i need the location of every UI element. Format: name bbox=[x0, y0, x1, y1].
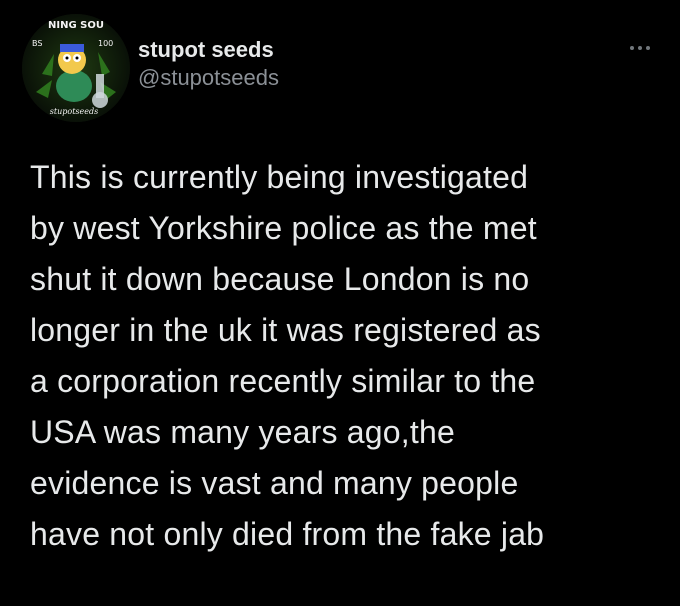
avatar-bottom-text: stupotseeds bbox=[50, 107, 98, 116]
tweet-card: NING SOU BS 100 stupotseeds stupot seeds… bbox=[0, 0, 680, 606]
more-options-button[interactable] bbox=[620, 36, 660, 60]
tweet-text-line: shut it down because London is no bbox=[30, 261, 530, 297]
more-options-icon bbox=[638, 46, 642, 50]
avatar-image: NING SOU BS 100 stupotseeds bbox=[22, 14, 130, 122]
tweet-text-line: This is currently being investigated bbox=[30, 159, 529, 195]
user-info: stupot seeds @stupotseeds bbox=[138, 36, 279, 92]
tweet-text-line: have not only died from the fake jab bbox=[30, 516, 545, 552]
avatar-left-text: BS bbox=[32, 39, 42, 48]
tweet-text-line: USA was many years ago,the bbox=[30, 414, 455, 450]
avatar-right-text: 100 bbox=[98, 39, 113, 48]
tweet-text-line: evidence is vast and many people bbox=[30, 465, 519, 501]
user-handle[interactable]: @stupotseeds bbox=[138, 64, 279, 92]
avatar-top-text: NING SOU bbox=[48, 20, 104, 31]
display-name[interactable]: stupot seeds bbox=[138, 36, 279, 64]
more-options-icon bbox=[646, 46, 650, 50]
avatar[interactable]: NING SOU BS 100 stupotseeds bbox=[22, 14, 130, 122]
more-options-icon bbox=[630, 46, 634, 50]
tweet-text: This is currently being investigated by … bbox=[30, 152, 660, 560]
tweet-text-line: longer in the uk it was registered as bbox=[30, 312, 541, 348]
tweet-text-line: a corporation recently similar to the bbox=[30, 363, 536, 399]
tweet-text-line: by west Yorkshire police as the met bbox=[30, 210, 537, 246]
